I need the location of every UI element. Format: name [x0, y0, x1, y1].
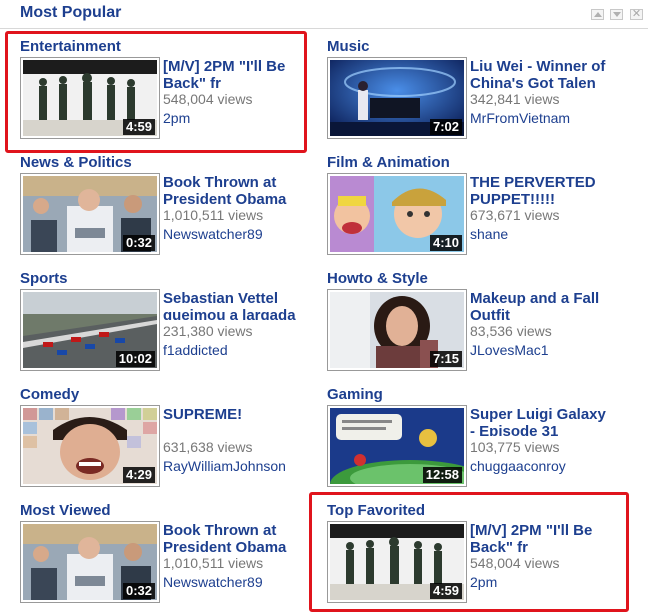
view-count: 631,638 views [163, 439, 253, 455]
video-duration: 4:59 [122, 119, 155, 135]
view-count: 1,010,511 views [163, 555, 264, 571]
module-title: Most Popular [20, 4, 122, 21]
video-author[interactable]: chuggaaconroy [470, 458, 566, 474]
category-title[interactable]: Gaming [327, 386, 383, 403]
video-thumbnail[interactable]: 10:02 [20, 289, 160, 371]
move-up-button[interactable] [591, 9, 604, 20]
video-author[interactable]: MrFromVietnam [470, 110, 570, 126]
video-title[interactable]: Makeup and a Fall Outfit [470, 290, 612, 320]
video-duration: 0:32 [122, 583, 155, 599]
video-thumbnail[interactable]: 12:58 [327, 405, 467, 487]
video-duration: 0:32 [122, 235, 155, 251]
video-thumbnail[interactable]: 7:15 [327, 289, 467, 371]
category-title[interactable]: Music [327, 38, 370, 55]
category-title[interactable]: Howto & Style [327, 270, 428, 287]
video-title[interactable]: Liu Wei - Winner of China's Got Talen [470, 58, 612, 88]
video-title[interactable]: Super Luigi Galaxy - Episode 31 [470, 406, 612, 436]
video-thumbnail[interactable]: 4:10 [327, 173, 467, 255]
video-thumbnail[interactable]: 4:59 [20, 57, 160, 139]
video-author[interactable]: shane [470, 226, 508, 242]
view-count: 231,380 views [163, 323, 253, 339]
video-thumbnail[interactable]: 0:32 [20, 173, 160, 255]
video-title[interactable]: THE PERVERTED PUPPET!!!!! [470, 174, 612, 204]
category-title[interactable]: Comedy [20, 386, 79, 403]
video-author[interactable]: Newswatcher89 [163, 226, 263, 242]
video-duration: 4:29 [122, 467, 155, 483]
video-duration: 4:10 [429, 235, 462, 251]
video-thumbnail[interactable]: 0:32 [20, 521, 160, 603]
category-title[interactable]: Film & Animation [327, 154, 450, 171]
view-count: 83,536 views [470, 323, 552, 339]
arrow-up-icon [594, 12, 602, 17]
category-title[interactable]: Entertainment [20, 38, 121, 55]
video-title[interactable]: Sebastian Vettel queimou a largada [163, 290, 305, 320]
move-down-button[interactable] [610, 9, 623, 20]
video-title[interactable]: [M/V] 2PM "I'll Be Back" fr [163, 58, 305, 88]
close-module-button[interactable]: ✕ [630, 8, 643, 20]
video-author[interactable]: f1addicted [163, 342, 228, 358]
video-duration: 7:02 [429, 119, 462, 135]
video-author[interactable]: RayWilliamJohnson [163, 458, 286, 474]
category-title[interactable]: Sports [20, 270, 68, 287]
video-title[interactable]: Book Thrown at President Obama [163, 174, 305, 204]
category-title[interactable]: Top Favorited [327, 502, 425, 519]
video-title[interactable]: Book Thrown at President Obama [163, 522, 305, 552]
video-duration: 4:59 [429, 583, 462, 599]
view-count: 548,004 views [163, 91, 253, 107]
video-author[interactable]: 2pm [163, 110, 190, 126]
video-thumbnail[interactable]: 7:02 [327, 57, 467, 139]
video-duration: 10:02 [115, 351, 155, 367]
view-count: 342,841 views [470, 91, 560, 107]
module-header: Most Popular ✕ [0, 0, 648, 29]
view-count: 673,671 views [470, 207, 560, 223]
arrow-down-icon [613, 12, 621, 17]
close-icon: ✕ [631, 8, 642, 20]
view-count: 103,775 views [470, 439, 560, 455]
video-thumbnail[interactable]: 4:29 [20, 405, 160, 487]
category-title[interactable]: News & Politics [20, 154, 132, 171]
video-author[interactable]: JLovesMac1 [470, 342, 549, 358]
video-duration: 7:15 [429, 351, 462, 367]
category-title[interactable]: Most Viewed [20, 502, 111, 519]
video-duration: 12:58 [422, 467, 462, 483]
video-title[interactable]: SUPREME! [163, 406, 305, 436]
view-count: 548,004 views [470, 555, 560, 571]
video-title[interactable]: [M/V] 2PM "I'll Be Back" fr [470, 522, 612, 552]
video-thumbnail[interactable]: 4:59 [327, 521, 467, 603]
video-author[interactable]: Newswatcher89 [163, 574, 263, 590]
video-author[interactable]: 2pm [470, 574, 497, 590]
view-count: 1,010,511 views [163, 207, 264, 223]
